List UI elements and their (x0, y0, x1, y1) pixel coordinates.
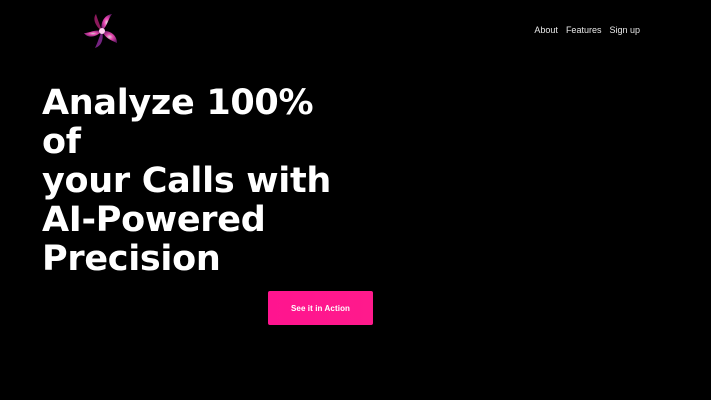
hero-headline: Analyze 100% of your Calls with AI-Power… (42, 84, 372, 279)
headline-line: AI-Powered (42, 200, 266, 240)
headline-line: Precision (42, 239, 221, 279)
brand-logo-icon[interactable] (82, 12, 122, 50)
nav-link-features[interactable]: Features (566, 25, 602, 36)
landing-page: About Features Sign up Analyze 100% of y… (0, 0, 711, 400)
headline-line: Analyze 100% (42, 83, 314, 123)
top-nav: About Features Sign up (534, 25, 640, 36)
headline-line: of (42, 122, 81, 162)
nav-link-about[interactable]: About (534, 25, 558, 36)
nav-link-sign-up[interactable]: Sign up (609, 25, 640, 36)
see-it-in-action-button[interactable]: See it in Action (268, 291, 373, 325)
headline-line: your Calls with (42, 161, 332, 201)
